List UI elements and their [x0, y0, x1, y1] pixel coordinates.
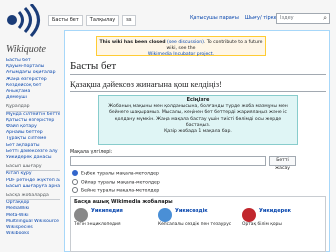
sidebar-item[interactable]: Мұнда сілтейтін беттер	[6, 112, 60, 118]
site-notice: This wiki has been closed (see discussio…	[96, 36, 266, 57]
create-article-input[interactable]	[70, 156, 266, 166]
info-box-title: Есіңізге	[186, 97, 210, 103]
sidebar-item[interactable]: PDF ретінде жүктеп алу	[6, 178, 60, 184]
welcome-divider	[70, 91, 326, 92]
radio-icon[interactable]	[72, 170, 78, 176]
radio-option[interactable]: Еңбек туралы мақала-метолдер	[72, 170, 160, 179]
notice-incubator-link[interactable]: Wikimedia Incubator project.	[148, 52, 214, 57]
user-link-login[interactable]: Шығу/ тіркеу	[245, 15, 280, 21]
create-article-button[interactable]: Бетті жасау	[269, 156, 296, 171]
radio-option[interactable]: Ойлар туралы мақала-метолдер	[72, 178, 160, 188]
sister-project-wikipedia[interactable]: Уикипедия Тегін энциклопедия	[74, 208, 158, 228]
info-box-text: Жобаның мақыны мен қолданысына, болғанды…	[108, 104, 288, 128]
sister-project-wikidata[interactable]: Уикидерек Ортақ білім қоры	[242, 208, 326, 228]
wikidata-icon	[242, 208, 256, 222]
wiktionary-icon	[158, 208, 172, 222]
user-link-userpage[interactable]: Қатысушы парағы	[190, 15, 239, 21]
sidebar-heading-print: Басып шығару	[6, 164, 60, 172]
sidebar-item[interactable]: Wikibooks	[6, 231, 60, 237]
radio-option[interactable]: Бейне туралы мақала-метолдер	[72, 187, 160, 196]
radio-icon[interactable]	[72, 178, 78, 185]
create-article-label: Мақала үлгілері:	[70, 150, 113, 155]
search-input[interactable]: Іздеу ⌕	[276, 13, 330, 24]
sidebar-item[interactable]: Уикидерек данасы	[6, 155, 60, 161]
info-box-body: Жобаның мақыны мен қолданысына, болғанды…	[102, 104, 294, 135]
article-count: Қазір жобада 1 мақала бар.	[164, 129, 232, 135]
notice-discussion-link[interactable]: (see discussion)	[166, 40, 204, 45]
sidebar-item[interactable]: Ағымдағы оқиғалар	[6, 70, 60, 76]
radio-icon[interactable]	[72, 187, 78, 193]
wikipedia-icon	[74, 208, 88, 222]
article-type-options: Еңбек туралы мақала-метолдер Ойлар турал…	[72, 170, 160, 196]
sidebar-item[interactable]: Демеуші	[6, 95, 60, 101]
wikiquote-logo[interactable]	[6, 4, 42, 48]
sidebar-heading-tools: Құралдар	[6, 104, 60, 112]
welcome-heading: Қазақша дәйексөз жинағына қош келдіңіз!	[70, 80, 222, 89]
page-tabs: Басты бет Талқылау ss	[48, 14, 136, 26]
notice-closed-text: This wiki has been closed	[99, 40, 166, 45]
page-title: Басты бет	[70, 60, 117, 72]
tab-lang[interactable]: ss	[122, 14, 136, 26]
search-placeholder: Іздеу	[280, 15, 294, 21]
tab-talk[interactable]: Талқылау	[85, 14, 120, 26]
sidebar-heading-other: Басқа жобаларда	[6, 193, 60, 201]
search-icon[interactable]: ⌕	[323, 14, 327, 23]
sister-project-wiktionary[interactable]: Уикисөздік Көпсалалы сөздік пен тезаурус	[158, 208, 242, 228]
sidebar-item[interactable]: Басып шығаруға арналған нұсқа	[6, 184, 60, 190]
sidebar: Басты бет Қауым-порталы Ағымдағы оқиғала…	[6, 58, 60, 237]
sister-projects-title: Басқа ашық Wikimedia жобалары	[74, 199, 173, 205]
tab-main[interactable]: Басты бет	[48, 14, 83, 26]
title-divider	[70, 74, 326, 75]
personal-tools: Қатысушы парағы Шығу/ тіркеу	[190, 15, 280, 21]
logo-wordmark: Wikiquote	[6, 44, 46, 55]
